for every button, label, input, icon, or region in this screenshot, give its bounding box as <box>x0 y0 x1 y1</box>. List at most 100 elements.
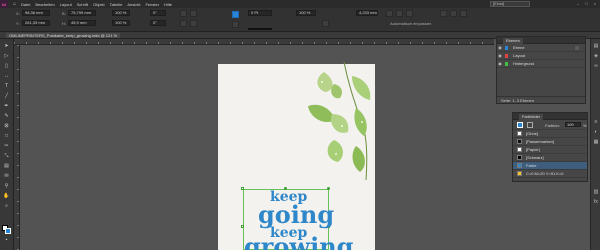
selection-tool-icon[interactable]: ➤ <box>3 43 10 50</box>
shear-field[interactable]: 0° <box>150 20 166 26</box>
tint-field[interactable]: 100 <box>565 122 581 127</box>
page-tool-icon[interactable]: ▯ <box>3 63 10 70</box>
control-panel: X: 98,36 mm Y: 261,33 mm B: 75,799 mm H:… <box>0 8 600 32</box>
menu-schrift[interactable]: Schrift <box>77 2 88 7</box>
swatch-name: [Passermarken] <box>526 139 555 144</box>
autofit-label[interactable]: Automatisch einpassen <box>390 21 431 26</box>
stroke-swatch-icon[interactable] <box>232 21 239 28</box>
swatch-controls: Farbton: 100 % <box>513 120 587 130</box>
swatch-row[interactable]: [Passermarken] <box>513 138 587 146</box>
zoom-tool-icon[interactable]: ⌕ <box>3 203 10 210</box>
swatch-chip <box>517 163 522 168</box>
w-label: B: <box>62 11 66 16</box>
stroke-weight-field[interactable]: 0 Pt <box>248 10 272 16</box>
menu-bearbeiten[interactable]: Bearbeiten <box>35 2 54 7</box>
menu-tabelle[interactable]: Tabelle <box>110 2 123 7</box>
layers-icon[interactable]: ◈ <box>593 53 599 59</box>
scissors-tool-icon[interactable]: ✂ <box>3 143 10 150</box>
scale-x-field[interactable]: 100 % <box>112 10 130 16</box>
vertical-ruler <box>14 45 20 250</box>
links-icon[interactable]: ∞ <box>593 63 599 69</box>
y-label: Y: <box>16 21 20 26</box>
height-field[interactable]: 45,9 mm <box>68 20 96 26</box>
layers-panel-header: Ebenen <box>497 37 585 44</box>
fit-frame-icon[interactable] <box>396 10 403 17</box>
swatch-row[interactable]: C=0 M=20 Y=91 K=0 <box>513 170 587 178</box>
layer-row[interactable]: ◉ Layout <box>497 52 585 60</box>
y-field[interactable]: 261,33 mm <box>22 20 50 26</box>
align-center-icon[interactable] <box>450 10 457 17</box>
menu-hilfe[interactable]: Hilfe <box>164 2 172 7</box>
leaves-image[interactable] <box>304 62 376 180</box>
fill-swatch-icon[interactable] <box>232 11 239 18</box>
document-tab[interactable]: OMLINEPRINTERS_Postkarte_keep_growing.in… <box>6 33 121 38</box>
visibility-icon[interactable]: ◉ <box>497 61 503 66</box>
eyedropper-tool-icon[interactable]: ⚲ <box>3 183 10 190</box>
effects-panel-icon[interactable]: fx <box>593 199 599 205</box>
hand-tool-icon[interactable]: ✋ <box>3 193 10 200</box>
swatch-name: Farbe <box>526 163 537 168</box>
stroke-icon[interactable]: ≡ <box>593 119 599 125</box>
maximize-icon[interactable]: □ <box>585 1 587 6</box>
scale-y-field[interactable]: 100 % <box>112 20 130 26</box>
fit-content-icon[interactable] <box>386 10 393 17</box>
note-tool-icon[interactable]: ✉ <box>3 173 10 180</box>
direct-selection-tool-icon[interactable]: ▷ <box>3 53 10 60</box>
rectangle-frame-tool-icon[interactable]: ⊠ <box>3 123 10 130</box>
gradient-tool-icon[interactable]: ▤ <box>3 163 10 170</box>
width-field[interactable]: 75,799 mm <box>68 10 96 16</box>
corner-field[interactable]: 4,233 mm <box>356 10 378 16</box>
swatch-row[interactable]: [Ohne] <box>513 130 587 138</box>
menu-objekt[interactable]: Objekt <box>93 2 105 7</box>
gap-tool-icon[interactable]: ↔ <box>3 73 10 80</box>
swatch-row-selected[interactable]: Farbe <box>513 162 587 170</box>
gradient-icon[interactable]: ▥ <box>593 189 599 195</box>
fill-color-icon[interactable] <box>5 228 11 234</box>
menu-fenster[interactable]: Fenster <box>145 2 159 7</box>
frame-handle-top-right[interactable] <box>327 187 330 190</box>
menu-ansicht[interactable]: Ansicht <box>127 2 140 7</box>
layer-row[interactable]: ◉ Hintergrund <box>497 60 585 68</box>
visibility-icon[interactable]: ◉ <box>497 53 503 58</box>
center-content-icon[interactable] <box>406 10 413 17</box>
layer-row[interactable]: ◉ Ebene <box>497 44 585 52</box>
pages-icon[interactable]: ▤ <box>593 43 599 49</box>
line-tool-icon[interactable]: ╱ <box>3 93 10 100</box>
rectangle-tool-icon[interactable]: □ <box>3 133 10 140</box>
color-icon[interactable]: ◐ <box>593 129 599 135</box>
fill-mode-icon[interactable] <box>517 122 523 128</box>
effects-icon[interactable] <box>322 20 329 27</box>
frame-handle-top-left[interactable] <box>241 187 244 190</box>
swatches-icon[interactable]: ▦ <box>593 139 599 145</box>
menu-layout[interactable]: Layout <box>60 2 72 7</box>
minimize-icon[interactable]: – <box>577 1 579 6</box>
workspace-dropdown[interactable]: [Einst] <box>490 1 530 7</box>
swatch-row[interactable]: [Papier] <box>513 146 587 154</box>
pen-tool-icon[interactable]: ✒ <box>3 103 10 110</box>
swatch-row[interactable]: [Schwarz] <box>513 154 587 162</box>
pencil-tool-icon[interactable]: ✎ <box>3 113 10 120</box>
align-left-icon[interactable] <box>440 10 447 17</box>
x-field[interactable]: 98,36 mm <box>22 10 50 16</box>
stroke-mode-icon[interactable] <box>527 122 533 128</box>
tint-unit: % <box>583 123 587 128</box>
menu-datei[interactable]: Datei <box>21 2 30 7</box>
flip-icon[interactable] <box>190 10 197 17</box>
fill-stroke-icon[interactable] <box>2 225 11 234</box>
stroke-type-line[interactable] <box>248 28 272 30</box>
align-right-icon[interactable] <box>460 10 467 17</box>
select-container-icon[interactable] <box>180 20 187 27</box>
tools-panel: ➤ ▷ ▯ ↔ T ╱ ✒ ✎ ⊠ □ ✂ ⤡ ▤ ✉ ⚲ ✋ ⌕ ▪ <box>0 39 14 250</box>
text-tool-icon[interactable]: T <box>3 83 10 90</box>
opacity-field[interactable]: 100 % <box>296 10 316 16</box>
frame-handle-mid-left[interactable] <box>241 225 244 228</box>
visibility-icon[interactable]: ◉ <box>497 45 503 50</box>
close-icon[interactable]: × <box>594 1 596 6</box>
select-content-icon[interactable] <box>190 20 197 27</box>
layers-status: Seite: 1, 3 Ebenen <box>501 98 534 103</box>
home-icon[interactable]: ⌂ <box>13 1 16 7</box>
rotate-icon[interactable] <box>180 10 187 17</box>
apply-color-icon[interactable]: ▪ <box>3 237 10 244</box>
angle-field[interactable]: 0° <box>150 10 166 16</box>
free-transform-tool-icon[interactable]: ⤡ <box>3 153 10 160</box>
